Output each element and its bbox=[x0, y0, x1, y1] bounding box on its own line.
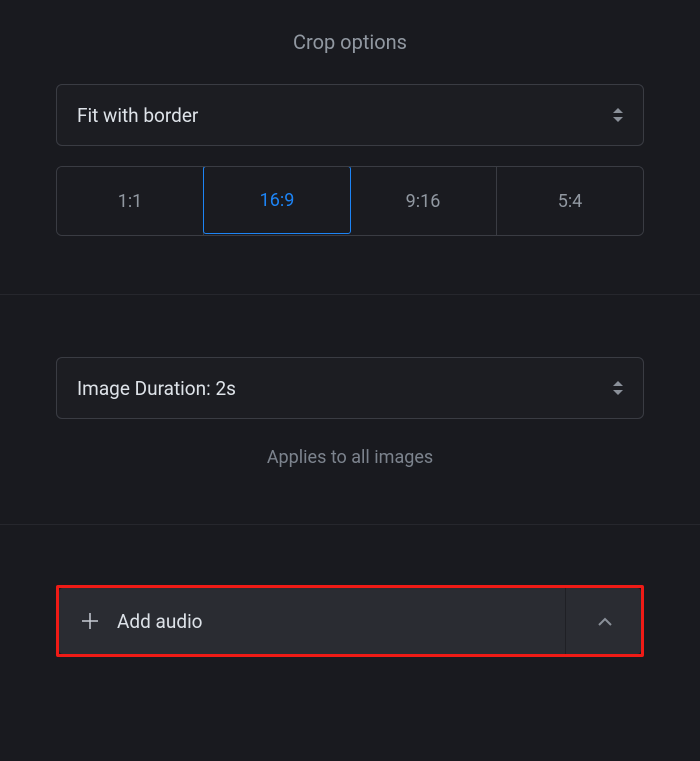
ratio-option-9-16[interactable]: 9:16 bbox=[350, 167, 497, 235]
add-audio-label: Add audio bbox=[117, 610, 203, 633]
dropdown-stepper-icon bbox=[613, 381, 623, 395]
fit-mode-label: Fit with border bbox=[77, 104, 198, 127]
image-duration-dropdown[interactable]: Image Duration: 2s bbox=[56, 357, 644, 419]
add-audio-button[interactable]: Add audio bbox=[59, 588, 565, 654]
add-audio-row: Add audio bbox=[59, 588, 641, 654]
dropdown-stepper-icon bbox=[613, 108, 623, 122]
crop-options-title: Crop options bbox=[0, 0, 700, 84]
add-audio-highlight: Add audio bbox=[56, 585, 644, 657]
aspect-ratio-row: 1:1 16:9 9:16 5:4 bbox=[56, 166, 644, 236]
section-divider bbox=[0, 524, 700, 525]
section-divider bbox=[0, 294, 700, 295]
audio-collapse-button[interactable] bbox=[565, 588, 641, 654]
ratio-option-5-4[interactable]: 5:4 bbox=[497, 167, 643, 235]
fit-mode-dropdown[interactable]: Fit with border bbox=[56, 84, 644, 146]
ratio-option-1-1[interactable]: 1:1 bbox=[57, 167, 204, 235]
duration-helper-text: Applies to all images bbox=[56, 447, 644, 468]
image-duration-label: Image Duration: 2s bbox=[77, 377, 236, 400]
ratio-option-16-9[interactable]: 16:9 bbox=[203, 166, 351, 234]
chevron-up-icon bbox=[596, 613, 612, 629]
plus-icon bbox=[81, 612, 99, 630]
